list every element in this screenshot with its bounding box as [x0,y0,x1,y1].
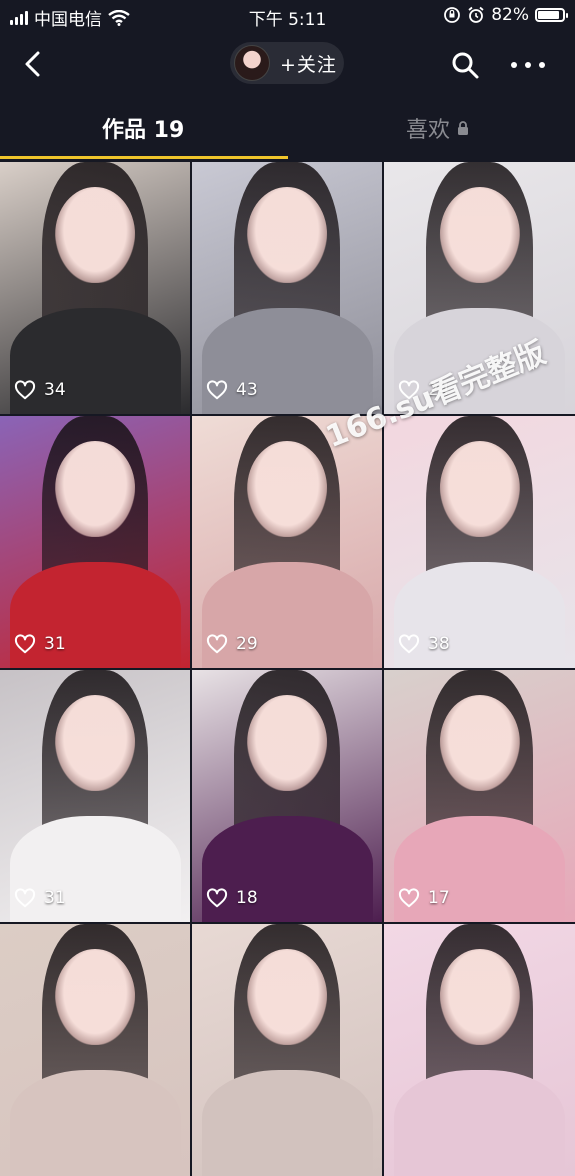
thumbnail-face [247,695,327,791]
search-icon[interactable] [450,50,480,80]
back-arrow-icon[interactable] [18,48,50,80]
follow-button[interactable]: +关注 [230,42,344,84]
video-thumbnail[interactable] [384,924,575,1176]
tab-likes-label: 喜欢 [406,118,451,143]
thumbnail-face [439,187,520,283]
like-count-value: 38 [428,634,450,654]
video-thumbnail[interactable]: 34 [0,162,190,414]
follow-label: +关注 [280,53,337,76]
like-count-value: 17 [428,888,450,908]
video-thumbnail[interactable]: 31 [0,416,190,668]
like-count: 29 [206,634,258,654]
video-thumbnail[interactable]: 18 [192,670,382,922]
thumbnail-face [247,187,327,283]
like-count: 34 [14,380,66,400]
thumbnail-face [55,441,135,537]
heart-icon [14,380,36,400]
thumbnail-face [439,441,520,537]
tab-works[interactable]: 作品 19 [102,112,184,144]
thumbnail-face [439,949,520,1045]
video-thumbnail[interactable]: 38 [384,416,575,668]
like-count-value: 29 [236,634,258,654]
heart-icon [206,380,228,400]
tab-likes[interactable]: 喜欢 [406,112,470,144]
more-icon[interactable] [508,50,548,80]
alarm-icon [468,6,484,23]
video-thumbnail[interactable]: 29 [192,416,382,668]
avatar[interactable] [234,45,270,81]
video-thumbnail[interactable] [0,924,190,1176]
thumbnail-face [439,695,520,791]
heart-icon [14,634,36,654]
heart-icon [398,888,420,908]
status-bar: 中国电信 下午 5:11 82% [0,0,575,32]
battery-percent: 82% [491,5,529,25]
heart-icon [206,888,228,908]
video-thumbnail[interactable] [192,924,382,1176]
like-count-value: 18 [236,888,258,908]
thumbnail-body [9,1070,181,1176]
top-nav: +关注 [0,36,575,92]
profile-tabs: 作品 19 喜欢 [0,100,575,160]
like-count-value: 31 [44,634,66,654]
battery-icon [535,8,568,22]
thumbnail-body [201,1070,373,1176]
like-count-value: 43 [236,380,258,400]
like-count-value: 34 [44,380,66,400]
thumbnail-face [247,441,327,537]
like-count: 38 [398,634,450,654]
like-count: 17 [398,888,450,908]
like-count: 31 [14,888,66,908]
like-count: 43 [206,380,258,400]
tab-indicator [0,156,288,159]
status-right: 82% [443,5,568,25]
thumbnail-body [393,1070,566,1176]
thumbnail-face [55,187,135,283]
orientation-lock-icon [444,7,461,23]
lock-icon [458,121,469,135]
heart-icon [206,634,228,654]
video-thumbnail[interactable]: 31 [0,670,190,922]
heart-icon [398,634,420,654]
video-thumbnail[interactable]: 17 [384,670,575,922]
like-count: 18 [206,888,258,908]
thumbnail-face [55,949,135,1045]
like-count: 31 [14,634,66,654]
video-thumbnail[interactable]: 43 [192,162,382,414]
thumbnail-face [247,949,327,1045]
thumbnail-face [55,695,135,791]
like-count-value: 31 [44,888,66,908]
heart-icon [14,888,36,908]
